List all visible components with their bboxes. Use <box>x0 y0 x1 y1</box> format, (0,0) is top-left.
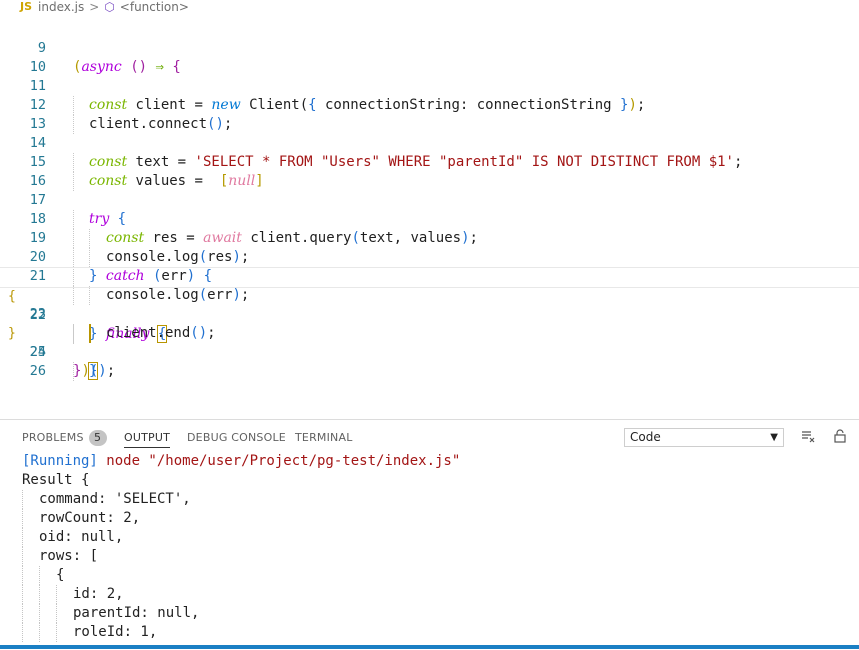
output-line: parentId: null, <box>22 604 199 623</box>
code-line: 21 console.log(err); <box>0 248 859 305</box>
output-line: Result { <box>22 472 90 488</box>
code-line: 13 <box>0 96 859 132</box>
tab-debug-console[interactable]: DEBUG CONSOLE <box>187 430 286 446</box>
status-bar <box>0 645 859 649</box>
code-line: 20 } catch (err) { <box>0 229 859 286</box>
output-line: [Running] node "/home/user/Project/pg-te… <box>22 454 461 469</box>
breadcrumb: JS index.js > ⬡ <function> <box>0 0 859 13</box>
code-line: 25 })(); <box>0 324 859 379</box>
breadcrumb-symbol[interactable]: <function> <box>120 0 189 13</box>
output-line: { <box>22 566 64 585</box>
code-line: 11 const client = new Client({ connectio… <box>0 58 859 115</box>
tab-problems[interactable]: PROBLEMS 5 <box>22 430 107 446</box>
code-line: 15 const values = [null] <box>0 134 859 191</box>
code-editor[interactable]: 9 (async () ⇒ { 10 11 const client = new… <box>0 13 859 418</box>
output-line: oid: null, <box>22 528 123 547</box>
breadcrumb-file[interactable]: index.js <box>38 0 84 13</box>
output-console[interactable]: [Running] node "/home/user/Project/pg-te… <box>0 454 859 650</box>
code-line: } 24 } <box>0 305 859 381</box>
lock-icon[interactable] <box>832 429 848 445</box>
output-line: id: 2, <box>22 585 124 604</box>
output-line: command: 'SELECT', <box>22 490 191 509</box>
bottom-panel: PROBLEMS 5 OUTPUT DEBUG CONSOLE TERMINAL … <box>0 419 859 650</box>
output-line: rowCount: 2, <box>22 509 140 528</box>
code-line: 10 <box>0 39 859 75</box>
code-line: 26 <box>0 343 859 379</box>
js-file-icon: JS <box>20 0 33 13</box>
clear-output-icon[interactable] <box>800 429 816 445</box>
cube-icon: ⬡ <box>104 0 115 13</box>
chevron-right-icon: > <box>89 0 100 13</box>
code-line: 23 client.end(); <box>0 286 859 343</box>
output-line: roleId: 1, <box>22 623 157 642</box>
code-line: 16 <box>0 153 859 189</box>
code-line-current: { 22 } finally { <box>0 267 859 344</box>
code-line: 14 const text = 'SELECT * FROM "Users" W… <box>0 115 859 172</box>
line-number: 26 <box>29 363 46 379</box>
output-channel-select[interactable]: Code ▼ <box>624 428 784 447</box>
output-line: rows: [ <box>22 547 98 566</box>
panel-tabs: PROBLEMS 5 OUTPUT DEBUG CONSOLE TERMINAL … <box>0 420 859 456</box>
code-line: 17 try { <box>0 172 859 229</box>
code-line: 9 (async () ⇒ { <box>0 20 859 75</box>
code-line: 19 console.log(res); <box>0 210 859 267</box>
caret-down-icon: ▼ <box>770 432 778 443</box>
problems-count-badge: 5 <box>88 430 107 446</box>
tab-output[interactable]: OUTPUT <box>124 430 171 448</box>
tab-terminal[interactable]: TERMINAL <box>295 430 353 446</box>
code-line: 18 const res = await client.query(text, … <box>0 191 859 248</box>
code-line: 12 client.connect(); <box>0 77 859 134</box>
